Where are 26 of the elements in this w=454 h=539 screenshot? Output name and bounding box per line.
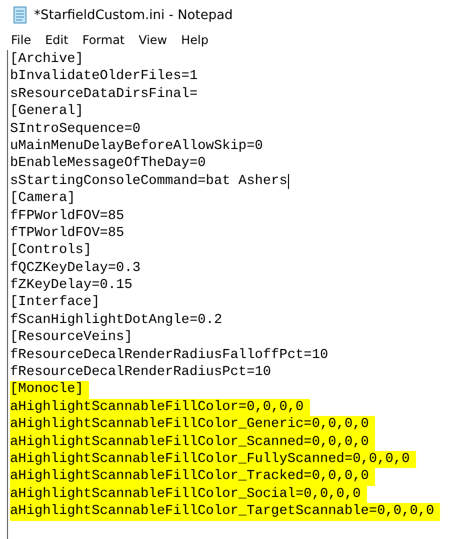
window-title: *StarfieldCustom.ini - Notepad bbox=[34, 8, 233, 22]
text-line: [General] bbox=[10, 103, 84, 121]
menu-item[interactable]: Help bbox=[174, 33, 216, 47]
menu-item[interactable]: Format bbox=[75, 33, 132, 47]
text-line: bEnableMessageOfTheDay=0 bbox=[10, 155, 207, 173]
text-line: [Camera] bbox=[10, 190, 76, 208]
text-line: fResourceDecalRenderRadiusFalloffPct=10 bbox=[10, 346, 330, 364]
text-line: fResourceDecalRenderRadiusPct=10 bbox=[10, 364, 272, 382]
text-line: sResourceDataDirsFinal= bbox=[10, 86, 199, 104]
text-line: fScanHighlightDotAngle=0.2 bbox=[10, 312, 224, 330]
text-line: fZKeyDelay=0.15 bbox=[10, 277, 134, 294]
menu-item[interactable]: File bbox=[4, 33, 38, 47]
text-line: [Controls] bbox=[10, 242, 93, 260]
text-line: SIntroSequence=0 bbox=[10, 120, 142, 138]
text-line: fQCZKeyDelay=0.3 bbox=[10, 260, 142, 278]
text-line: fTPWorldFOV=85 bbox=[10, 224, 126, 242]
text-line: [ResourceVeins] bbox=[10, 329, 134, 347]
text-line: fFPWorldFOV=85 bbox=[10, 208, 126, 225]
menu-item[interactable]: View bbox=[132, 33, 174, 47]
text-line: [Interface] bbox=[10, 294, 101, 312]
menu-item[interactable]: Edit bbox=[38, 33, 76, 47]
text-line: [Archive] bbox=[10, 51, 84, 68]
text-line: sStartingConsoleCommand=bat Ashers bbox=[10, 172, 288, 190]
text-line: bInvalidateOlderFiles=1 bbox=[10, 68, 199, 86]
text-line: uMainMenuDelayBeforeAllowSkip=0 bbox=[10, 138, 264, 156]
notepad-icon bbox=[12, 6, 28, 24]
